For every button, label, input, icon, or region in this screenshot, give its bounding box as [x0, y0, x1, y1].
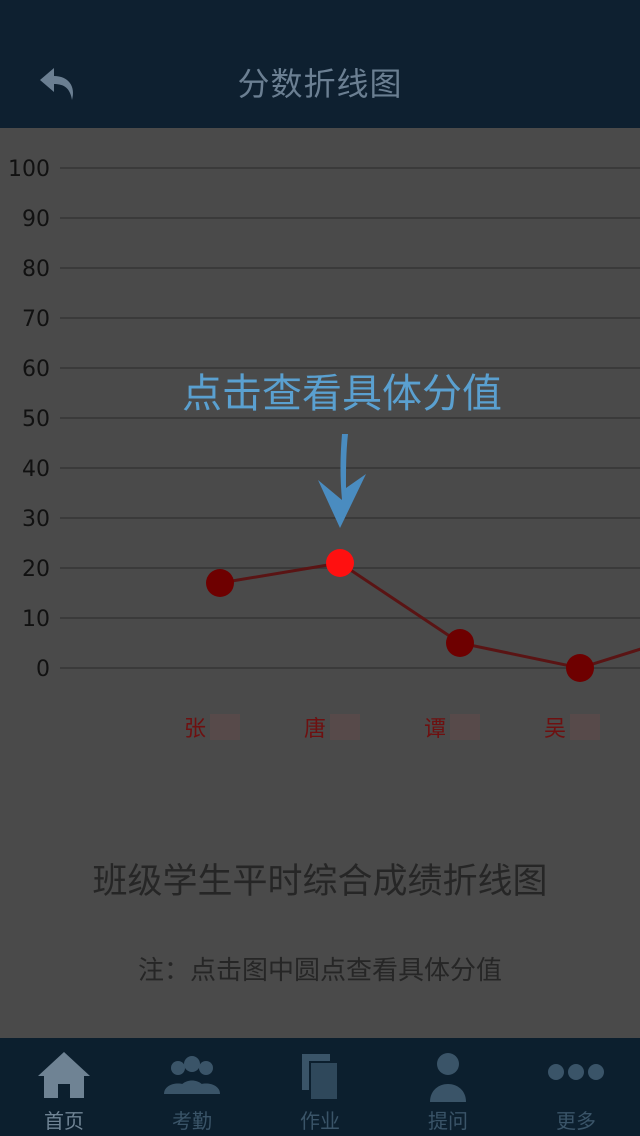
name-redaction — [210, 714, 240, 740]
tab-bar: 首页 考勤 作业 提问 更多 — [0, 1038, 640, 1136]
tab-attendance-label: 考勤 — [172, 1109, 212, 1133]
tab-questions-label: 提问 — [428, 1109, 468, 1133]
y-tick-label: 10 — [22, 607, 50, 632]
person-icon — [430, 1053, 466, 1102]
tab-questions[interactable]: 提问 — [384, 1038, 512, 1136]
name-redaction — [450, 714, 480, 740]
tab-home-label: 首页 — [44, 1109, 84, 1133]
tab-home[interactable]: 首页 — [0, 1038, 128, 1136]
y-tick-label: 100 — [8, 157, 50, 182]
x-tick-label: 张 — [184, 717, 206, 742]
line-chart: 100 90 80 70 60 50 40 30 20 10 0 张唐谭吴 — [0, 128, 640, 748]
tab-attendance[interactable]: 考勤 — [128, 1038, 256, 1136]
data-point[interactable] — [326, 549, 354, 577]
x-tick-label: 谭 — [424, 717, 446, 742]
y-tick-label: 0 — [36, 657, 50, 682]
x-tick-label: 吴 — [544, 717, 566, 742]
chart-note: 注：点击图中圆点查看具体分值 — [137, 956, 502, 986]
name-redaction — [570, 714, 600, 740]
tab-more[interactable]: 更多 — [512, 1038, 640, 1136]
tab-homework-label: 作业 — [300, 1109, 340, 1133]
chart-title: 班级学生平时综合成绩折线图 — [92, 862, 548, 902]
y-tick-label: 40 — [22, 457, 50, 482]
nav-bar: 分数折线图 — [0, 0, 640, 128]
y-tick-label: 80 — [22, 257, 50, 282]
y-tick-label: 20 — [22, 557, 50, 582]
down-arrow-icon — [318, 434, 366, 528]
data-point[interactable] — [446, 629, 474, 657]
data-point[interactable] — [566, 654, 594, 682]
home-icon — [38, 1052, 90, 1098]
y-tick-label: 70 — [22, 307, 50, 332]
y-tick-label: 30 — [22, 507, 50, 532]
x-tick-label: 唐 — [304, 717, 326, 742]
people-icon — [164, 1056, 220, 1094]
more-icon — [548, 1064, 604, 1080]
chart-svg: 1009080706050403020100张唐谭吴 — [8, 157, 640, 742]
data-point[interactable] — [206, 569, 234, 597]
documents-icon — [302, 1054, 339, 1101]
series-line — [219, 561, 640, 670]
y-tick-label: 90 — [22, 207, 50, 232]
page-title: 分数折线图 — [237, 65, 403, 103]
tab-more-label: 更多 — [556, 1109, 596, 1133]
tab-homework[interactable]: 作业 — [256, 1038, 384, 1136]
tap-hint-text: 点击查看具体分值 — [182, 371, 502, 417]
name-redaction — [330, 714, 360, 740]
